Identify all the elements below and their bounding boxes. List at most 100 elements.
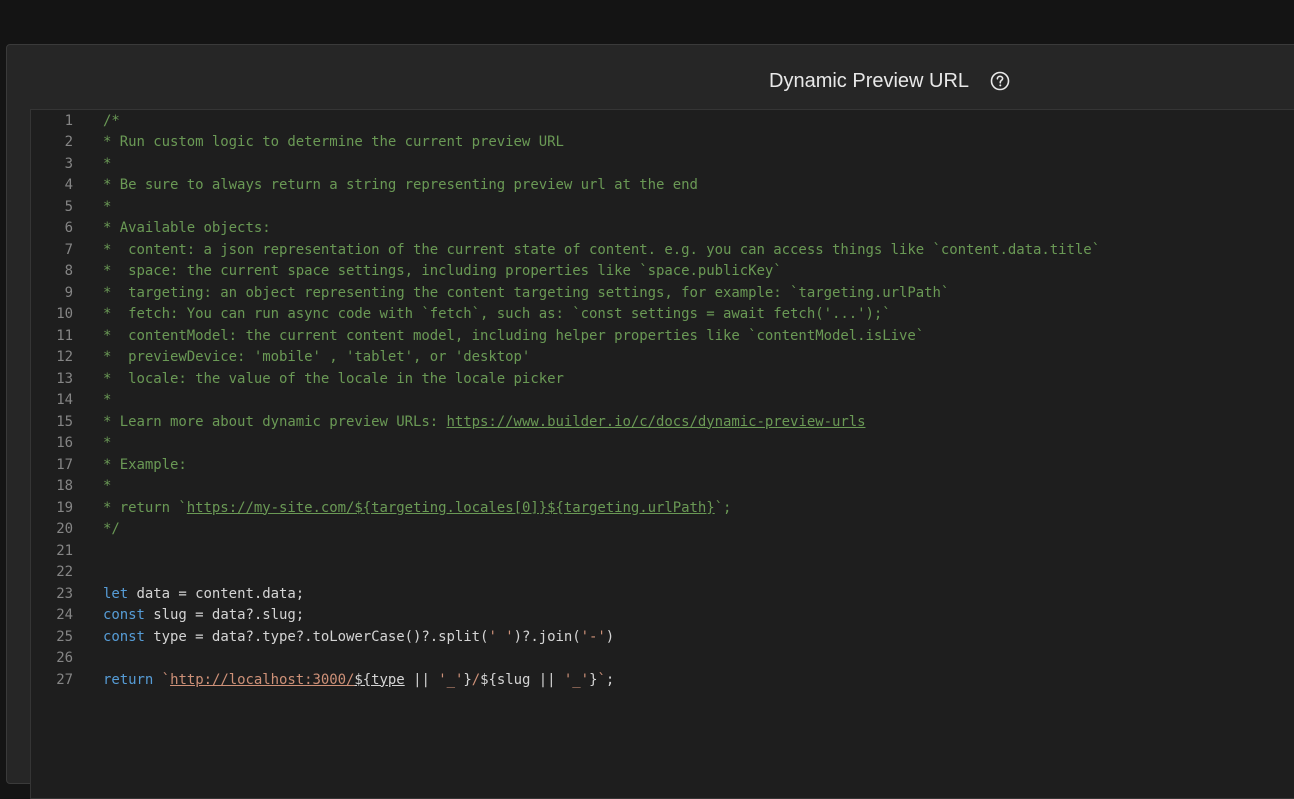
line-code: * targeting: an object representing the …	[103, 283, 949, 305]
code-token: * contentModel: the current content mode…	[103, 327, 925, 344]
code-token: * previewDevice: 'mobile' , 'tablet', or…	[103, 349, 531, 365]
code-token: * Learn more about dynamic preview URLs:	[103, 413, 447, 430]
dialog-header: Dynamic Preview URL	[7, 45, 1294, 109]
code-token: `;	[714, 499, 732, 516]
line-number: 27	[56, 671, 73, 688]
code-token: * Be sure to always return a string repr…	[103, 177, 698, 193]
code-token: const	[103, 607, 145, 623]
line-number: 24	[56, 607, 73, 623]
line-code: /*	[103, 111, 120, 133]
line-number: 10	[56, 306, 73, 322]
line-number: 7	[64, 241, 73, 258]
line-code: * Learn more about dynamic preview URLs:…	[103, 412, 866, 434]
top-bar	[0, 0, 1294, 44]
line-code: * Available objects:	[103, 218, 271, 240]
code-token: *	[103, 155, 112, 172]
code-token: *	[103, 478, 112, 494]
code-token: * return `	[103, 499, 187, 516]
line-code: * content: a json representation of the …	[103, 240, 1100, 262]
line-code: let data = content.data;	[103, 584, 304, 606]
line-number: 5	[64, 198, 73, 215]
line-code: * previewDevice: 'mobile' , 'tablet', or…	[103, 347, 530, 369]
line-code: * Run custom logic to determine the curr…	[103, 132, 564, 154]
code-token: ${type	[354, 671, 405, 688]
code-token: * space: the current space settings, inc…	[103, 263, 782, 279]
code-token: `	[161, 671, 171, 688]
code-token: )?.join(	[513, 628, 581, 645]
line-code: *	[103, 433, 111, 455]
code-link[interactable]: https://www.builder.io/c/docs/dynamic-pr…	[447, 414, 866, 430]
code-token: /*	[103, 112, 120, 129]
code-token: * content: a json representation of the …	[103, 241, 1101, 258]
code-token: const	[103, 628, 145, 645]
line-code: return `http://localhost:3000/${type || …	[103, 670, 614, 692]
line-number: 23	[56, 585, 73, 602]
line-code: * contentModel: the current content mode…	[103, 326, 924, 348]
line-code: *	[103, 390, 111, 412]
line-code: */	[103, 519, 120, 541]
line-number: 26	[56, 650, 73, 666]
code-token: * Run custom logic to determine the curr…	[103, 134, 564, 150]
code-token: type = data?.type?.toLowerCase()?.split(	[144, 628, 489, 645]
code-token: *	[103, 392, 112, 408]
line-code: * Be sure to always return a string repr…	[103, 175, 698, 197]
code-token: /	[471, 671, 481, 688]
line-number: 19	[56, 499, 73, 516]
line-code: * space: the current space settings, inc…	[103, 261, 782, 283]
line-number: 16	[56, 435, 73, 451]
dynamic-preview-url-dialog: Dynamic Preview URL 1/* 2 * Run custom log…	[6, 44, 1294, 799]
line-number: 15	[56, 413, 73, 430]
code-token: * fetch: You can run async code with `fe…	[103, 306, 891, 322]
line-code: * fetch: You can run async code with `fe…	[103, 304, 891, 326]
line-number: 21	[56, 542, 73, 559]
line-code: *	[103, 197, 111, 219]
dialog-title: Dynamic Preview URL	[769, 70, 970, 92]
line-code: const slug = data?.slug;	[103, 605, 304, 627]
code-link[interactable]: https://my-site.com/${targeting.locales[…	[187, 500, 715, 516]
help-circle-icon[interactable]	[990, 71, 1010, 91]
code-link[interactable]: http://localhost:3000/	[170, 672, 354, 688]
line-number: 11	[56, 327, 73, 344]
code-token: }	[463, 671, 472, 688]
code-token: ' '	[488, 628, 514, 645]
line-number: 2	[64, 134, 73, 150]
line-code: * return `https://my-site.com/${targetin…	[103, 498, 731, 520]
code-token: * targeting: an object representing the …	[103, 284, 950, 301]
line-code: *	[103, 154, 111, 176]
code-token: ;	[605, 671, 615, 688]
code-token: '_'	[438, 671, 464, 688]
code-editor[interactable]: 1/* 2 * Run custom logic to determine the …	[30, 109, 1294, 799]
code-token: */	[103, 521, 120, 537]
line-number: 18	[56, 478, 73, 494]
line-number: 12	[56, 349, 73, 365]
line-number: 1	[64, 112, 73, 129]
code-token: '-'	[580, 628, 606, 645]
code-token: '_'	[563, 671, 590, 688]
line-number: 6	[64, 220, 73, 236]
code-token: slug = data?.slug;	[144, 607, 305, 623]
line-number: 3	[64, 155, 73, 172]
line-code: *	[103, 476, 111, 498]
code-token: return	[103, 671, 154, 688]
line-number: 8	[64, 263, 73, 279]
line-code: * locale: the value of the locale in the…	[103, 369, 564, 391]
line-number: 9	[64, 284, 73, 301]
code-token: data = content.data;	[128, 585, 305, 602]
line-number: 20	[56, 521, 73, 537]
code-token: ${slug ||	[480, 671, 564, 688]
code-token: * Example:	[103, 456, 187, 473]
code-token: `	[597, 671, 606, 688]
code-token: )	[605, 628, 615, 645]
line-number: 13	[56, 370, 73, 387]
line-number: 17	[56, 456, 73, 473]
line-number: 4	[64, 177, 73, 193]
code-token: let	[103, 585, 129, 602]
code-token: * locale: the value of the locale in the…	[103, 370, 564, 387]
code-token: ||	[404, 671, 439, 688]
line-code: * Example:	[103, 455, 187, 477]
line-code: const type = data?.type?.toLowerCase()?.…	[103, 627, 614, 649]
line-number: 14	[56, 392, 73, 408]
code-token: *	[103, 198, 112, 215]
code-token: *	[103, 435, 112, 451]
